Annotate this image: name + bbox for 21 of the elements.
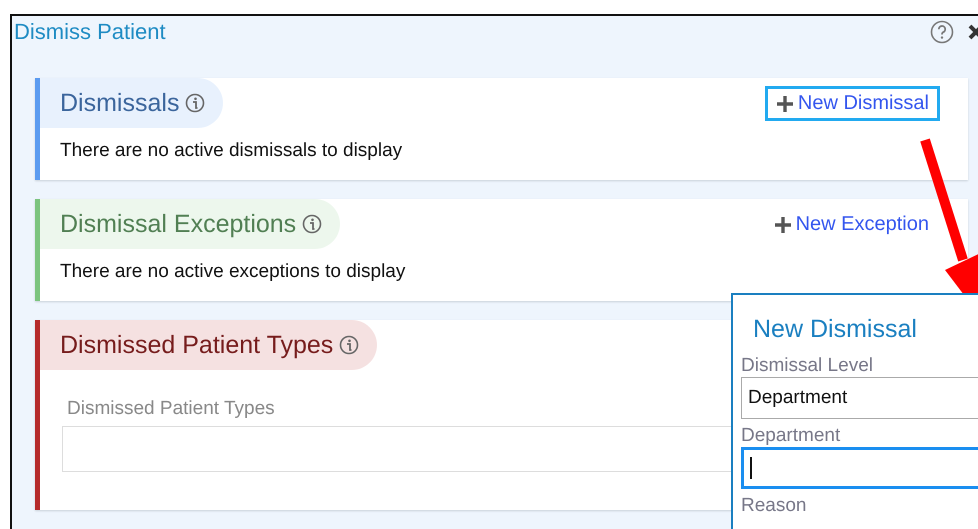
plus-icon: [776, 94, 794, 112]
info-icon[interactable]: [302, 214, 322, 234]
info-icon[interactable]: [339, 335, 360, 355]
text-cursor: [750, 457, 752, 479]
info-icon[interactable]: [185, 93, 206, 113]
field-label: Dismissed Patient Types: [67, 398, 275, 420]
window-title: Dismiss Patient: [14, 19, 167, 45]
field-label: Dismissal Level: [741, 355, 874, 377]
section-title: Dismissals: [60, 88, 180, 118]
field-label: Department: [741, 425, 842, 447]
input-field[interactable]: [741, 447, 978, 489]
section-title: Dismissed Patient Types: [60, 330, 334, 360]
field-label: Reason: [741, 495, 808, 517]
empty-message: There are no active dismissals to display: [59, 139, 404, 163]
empty-message: There are no active exceptions to display: [59, 260, 406, 284]
select-field[interactable]: Department: [741, 377, 978, 419]
new-item-button[interactable]: New Dismissal: [764, 86, 940, 121]
dialog-title: New Dismissal: [752, 314, 918, 345]
plus-icon: [774, 216, 792, 234]
section-title: Dismissal Exceptions: [60, 210, 296, 238]
help-icon[interactable]: [930, 20, 954, 44]
